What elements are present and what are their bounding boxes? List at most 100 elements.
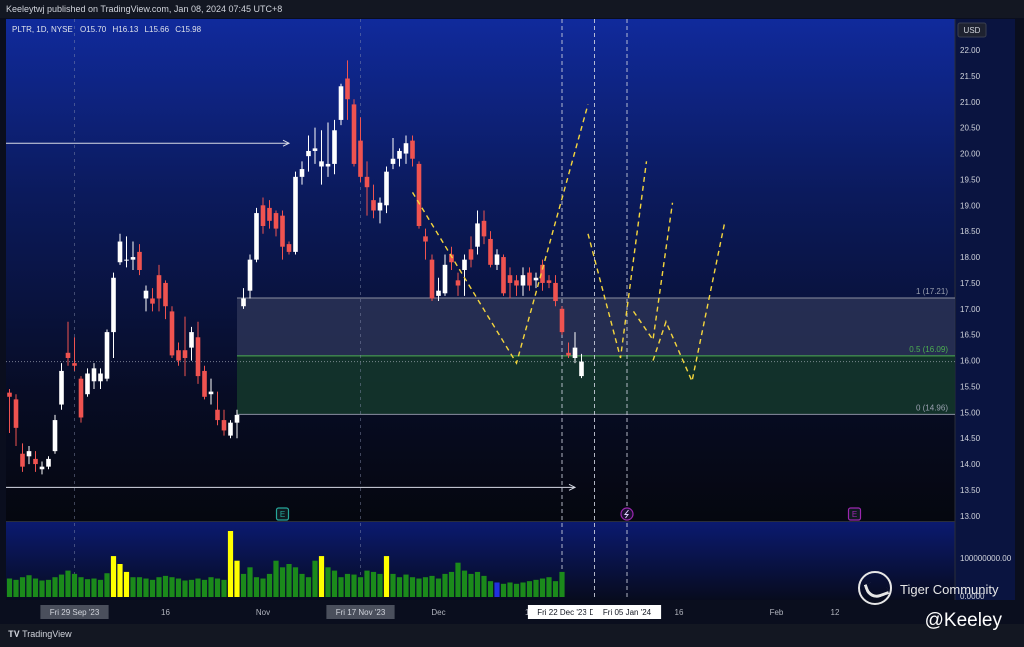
candle-body bbox=[52, 420, 58, 452]
volume-bar bbox=[403, 574, 409, 597]
candle-body bbox=[358, 140, 363, 177]
price-tick-label: 20.50 bbox=[960, 124, 981, 133]
tiger-icon bbox=[858, 571, 892, 605]
volume-bar bbox=[221, 579, 227, 597]
candle-body bbox=[345, 78, 350, 100]
volume-bar bbox=[247, 567, 253, 597]
volume-bar bbox=[78, 577, 84, 597]
volume-bar bbox=[422, 577, 429, 597]
volume-bar bbox=[286, 564, 292, 597]
volume-bar bbox=[546, 577, 552, 597]
volume-bar bbox=[136, 577, 143, 597]
candle-body bbox=[26, 451, 32, 457]
volume-bar bbox=[273, 560, 279, 597]
fib-retracement-zone[interactable]: 1 (17.21) 0.5 (16.09) 0 (14.96) bbox=[237, 287, 955, 415]
candle-body bbox=[260, 205, 266, 227]
candle-body bbox=[384, 171, 389, 206]
candle-body bbox=[215, 409, 220, 421]
volume-bar bbox=[539, 578, 546, 597]
volume-bar bbox=[175, 578, 182, 597]
candle bbox=[501, 254, 506, 296]
candle-body bbox=[78, 378, 84, 418]
volume-bar bbox=[409, 577, 416, 597]
candlestick-chart[interactable]: 1 (17.21) 0.5 (16.09) 0 (14.96) 100000000.… bbox=[0, 18, 1024, 624]
time-marker-label: Fri 29 Sep '23 bbox=[50, 608, 100, 617]
volume-bar bbox=[266, 573, 273, 597]
fib-level-label: 1 (17.21) bbox=[916, 287, 948, 296]
candle-body bbox=[104, 332, 110, 379]
volume-bar bbox=[390, 573, 396, 597]
price-tick-label: 19.00 bbox=[960, 201, 981, 210]
candle-body bbox=[65, 352, 71, 358]
price-tick-label: 19.50 bbox=[960, 175, 981, 184]
candle-body bbox=[403, 143, 409, 154]
fib-zone-lower bbox=[237, 355, 955, 415]
candle-body bbox=[442, 264, 448, 294]
tradingview-logo[interactable]: 𝐓𝐕 TradingView bbox=[8, 629, 72, 640]
candle bbox=[228, 420, 233, 439]
volume-bar bbox=[474, 571, 481, 597]
time-marker-label: Fri 22 Dec '23 bbox=[537, 608, 587, 617]
volume-bar bbox=[318, 556, 325, 597]
candle-body bbox=[559, 308, 565, 333]
volume-bar bbox=[416, 578, 422, 597]
candle-body bbox=[390, 158, 396, 164]
price-tick-label: 21.00 bbox=[960, 98, 981, 107]
close-value: 15.98 bbox=[181, 25, 202, 34]
volume-bar bbox=[188, 579, 195, 597]
candle-body bbox=[364, 176, 370, 188]
volume-bar bbox=[357, 577, 364, 597]
volume-bar bbox=[325, 567, 331, 597]
volume-bar bbox=[84, 579, 91, 597]
author-handle: @Keeley bbox=[924, 610, 1002, 631]
candle-body bbox=[455, 280, 461, 286]
high-value: 16.13 bbox=[118, 25, 139, 34]
candle-body bbox=[7, 392, 12, 397]
price-tick-label: 14.00 bbox=[960, 460, 981, 469]
price-tick-label: 21.50 bbox=[960, 72, 981, 81]
candle-body bbox=[169, 311, 175, 356]
volume-bar bbox=[32, 578, 39, 597]
price-tick-label: 18.00 bbox=[960, 253, 981, 262]
volume-bar bbox=[435, 578, 442, 597]
candle-body bbox=[410, 140, 415, 159]
volume-bar bbox=[383, 556, 390, 597]
volume-bar bbox=[227, 531, 234, 597]
volume-bar bbox=[26, 575, 32, 597]
candle-body bbox=[468, 249, 474, 260]
volume-bar bbox=[377, 573, 383, 597]
volume-bar bbox=[559, 571, 565, 597]
candle-body bbox=[371, 200, 376, 211]
candle bbox=[293, 171, 298, 255]
candle-body bbox=[241, 298, 246, 307]
volume-bar bbox=[58, 574, 65, 597]
low-value: 15.66 bbox=[149, 25, 170, 34]
price-tick-label: 20.00 bbox=[960, 150, 981, 159]
volume-bar bbox=[370, 571, 377, 597]
candle-body bbox=[429, 259, 435, 299]
candle bbox=[254, 207, 259, 263]
volume-bar bbox=[6, 578, 13, 597]
volume-bar bbox=[520, 582, 526, 597]
candle-body bbox=[85, 373, 90, 395]
candle-body bbox=[462, 259, 467, 270]
candle-body bbox=[20, 453, 25, 467]
candle bbox=[338, 83, 344, 126]
candle-body bbox=[254, 213, 259, 260]
volume-bar bbox=[338, 577, 344, 597]
price-tick-label: 22.00 bbox=[960, 46, 981, 55]
volume-bar bbox=[52, 577, 58, 597]
time-marker-label: Fri 05 Jan '24 bbox=[603, 608, 652, 617]
volume-bar bbox=[312, 560, 318, 597]
candle-body bbox=[319, 161, 324, 167]
volume-bar bbox=[468, 573, 474, 597]
volume-bar bbox=[13, 579, 19, 597]
price-tick-label: 15.00 bbox=[960, 408, 981, 417]
candle-body bbox=[293, 176, 298, 252]
candle-body bbox=[423, 236, 428, 242]
candle-body bbox=[514, 280, 519, 286]
candle-body bbox=[202, 370, 207, 397]
volume-bar bbox=[299, 573, 305, 597]
candle-body bbox=[579, 361, 584, 377]
candle-body bbox=[397, 150, 402, 159]
